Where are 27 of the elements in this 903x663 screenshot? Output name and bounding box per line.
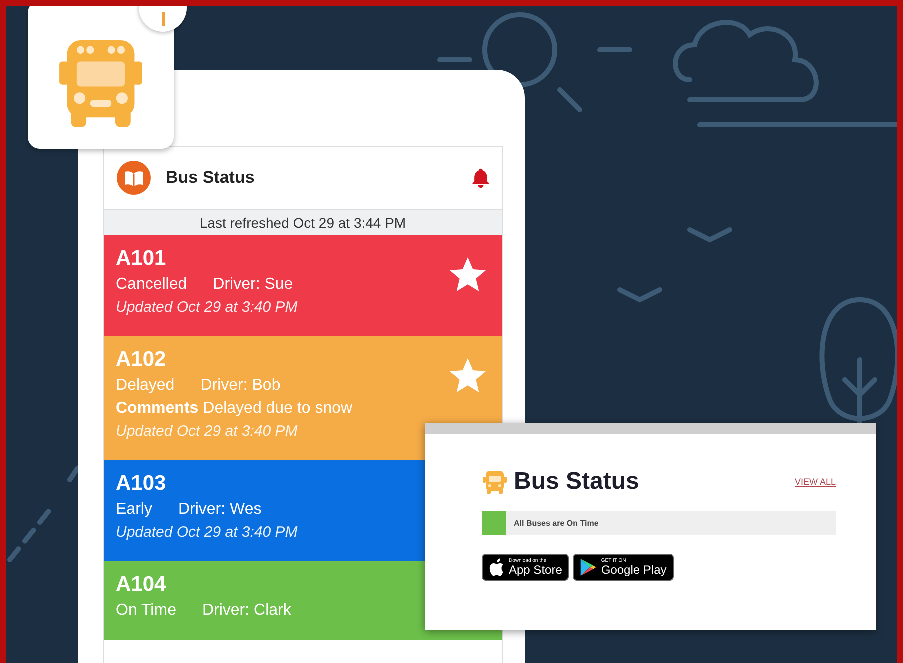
bus-icon [482,469,508,495]
bus-status-text: Delayed [116,377,175,395]
bus-status-text: Cancelled [116,276,188,294]
view-all-link[interactable]: VIEW ALL [794,477,836,487]
updated-time: Updated Oct 29 at 3:40 PM [116,524,299,541]
status-summary-text: All Buses are On Time [514,518,599,528]
play-triangle-icon [580,558,598,577]
bell-icon[interactable] [470,167,492,189]
bus-number: A103 [116,472,168,496]
widget-title: Bus Status [514,468,640,496]
driver-name: Driver: Wes [178,501,262,519]
apple-logo-icon [489,558,505,577]
bus-number: A102 [116,348,168,372]
comments-text: Comments Delayed due to snow [116,400,354,418]
driver-name: Driver: Sue [213,276,294,294]
updated-time: Updated Oct 29 at 3:40 PM [116,299,299,316]
bus-status-text: Early [116,501,152,519]
bus-number: A104 [116,573,168,597]
updated-time: Updated Oct 29 at 3:40 PM [116,423,299,440]
book-logo-icon [116,160,152,196]
driver-name: Driver: Clark [202,602,292,620]
driver-name: Driver: Bob [200,377,281,395]
last-refreshed-text: Last refreshed Oct 29 at 3:44 PM [104,209,502,235]
bus-status-card[interactable]: A101 Cancelled Driver: Sue Updated Oct 29 at 3:40 PM [104,235,502,336]
app-title: Bus Status [166,168,256,188]
bus-status-text: On Time [116,602,176,620]
bus-number: A101 [116,247,168,271]
